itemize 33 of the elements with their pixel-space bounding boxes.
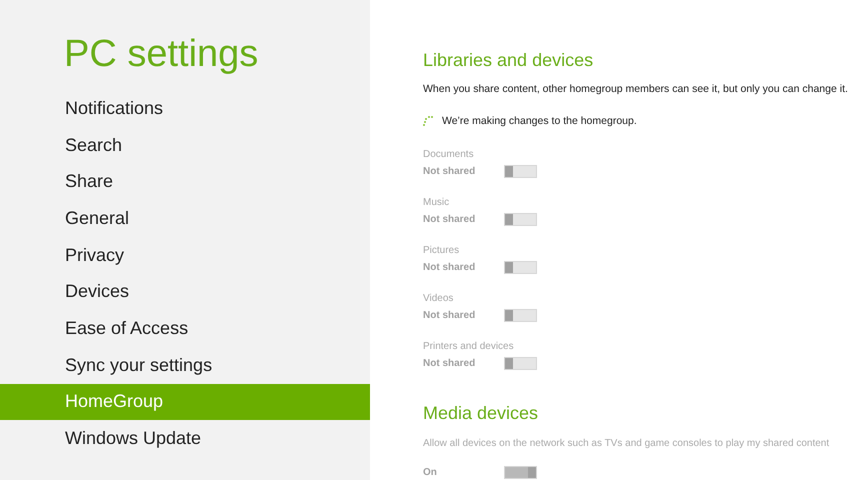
library-name: Music (423, 196, 450, 208)
nav-item[interactable]: Search (0, 126, 370, 164)
toggle-switch[interactable] (504, 308, 537, 322)
library-name: Documents (423, 148, 475, 160)
nav-item[interactable]: Windows Update (0, 420, 370, 457)
status-text: We’re making changes to the homegroup. (442, 114, 637, 129)
nav-item[interactable]: Privacy (0, 236, 370, 274)
toggle-switch[interactable] (504, 164, 537, 178)
media-state: On (423, 466, 438, 480)
share-state: Not shared (423, 356, 476, 370)
nav-item[interactable]: General (0, 200, 370, 237)
library-name: Printers and devices (423, 340, 515, 352)
nav-item[interactable]: Notifications (0, 90, 370, 127)
description-text: Allow all devices on the network such as TVs and game consoles to play my shared content (423, 436, 830, 450)
share-state: Not shared (423, 260, 476, 274)
section-heading: Libraries and devices (423, 49, 594, 72)
description-text: When you share content, other homegroup members can see it, but only you can change it. (423, 82, 848, 97)
share-state: Not shared (423, 308, 476, 322)
toggle-switch[interactable] (504, 212, 537, 226)
nav-item[interactable]: Share (0, 163, 370, 200)
share-state: Not shared (423, 164, 476, 178)
toggle-switch[interactable] (504, 466, 537, 478)
library-name: Pictures (423, 244, 460, 256)
nav-item[interactable]: Devices (0, 273, 370, 310)
nav-item[interactable]: Ease of Access (0, 310, 370, 347)
nav-item[interactable]: Sync your settings (0, 346, 370, 384)
library-name: Videos (423, 292, 454, 304)
page-title: PC settings (63, 32, 260, 76)
toggle-switch[interactable] (504, 260, 537, 274)
share-state: Not shared (423, 212, 476, 226)
section-heading: Media devices (423, 402, 540, 424)
toggle-switch[interactable] (504, 356, 537, 370)
progress-spinner-icon (423, 116, 435, 128)
